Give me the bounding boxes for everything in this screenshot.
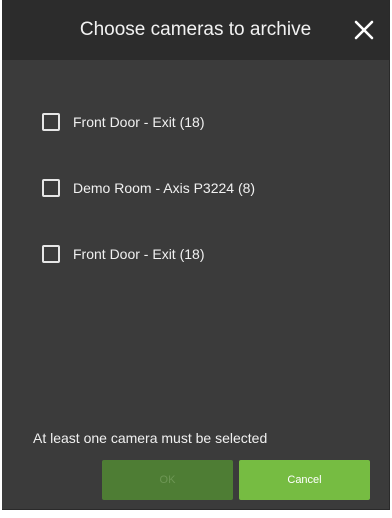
cancel-button[interactable]: Cancel	[239, 460, 370, 500]
camera-item[interactable]: Demo Room - Axis P3224 (8)	[42, 174, 255, 240]
camera-checkbox[interactable]	[42, 245, 60, 263]
dialog-title: Choose cameras to archive	[79, 19, 312, 40]
dialog-titlebar: Choose cameras to archive	[2, 0, 389, 60]
ok-button[interactable]: OK	[102, 460, 233, 500]
camera-archive-dialog: Choose cameras to archive Front Door - E…	[2, 0, 390, 510]
camera-checkbox[interactable]	[42, 179, 60, 197]
camera-list: Front Door - Exit (18) Demo Room - Axis …	[42, 108, 255, 306]
close-button[interactable]	[353, 19, 375, 41]
camera-label: Demo Room - Axis P3224 (8)	[73, 180, 256, 196]
camera-item[interactable]: Front Door - Exit (18)	[42, 108, 255, 174]
camera-item[interactable]: Front Door - Exit (18)	[42, 240, 255, 306]
camera-label: Front Door - Exit (18)	[73, 246, 205, 262]
close-icon	[354, 20, 374, 40]
camera-label: Front Door - Exit (18)	[73, 114, 205, 130]
validation-message: At least one camera must be selected	[33, 430, 268, 446]
camera-checkbox[interactable]	[42, 113, 60, 131]
